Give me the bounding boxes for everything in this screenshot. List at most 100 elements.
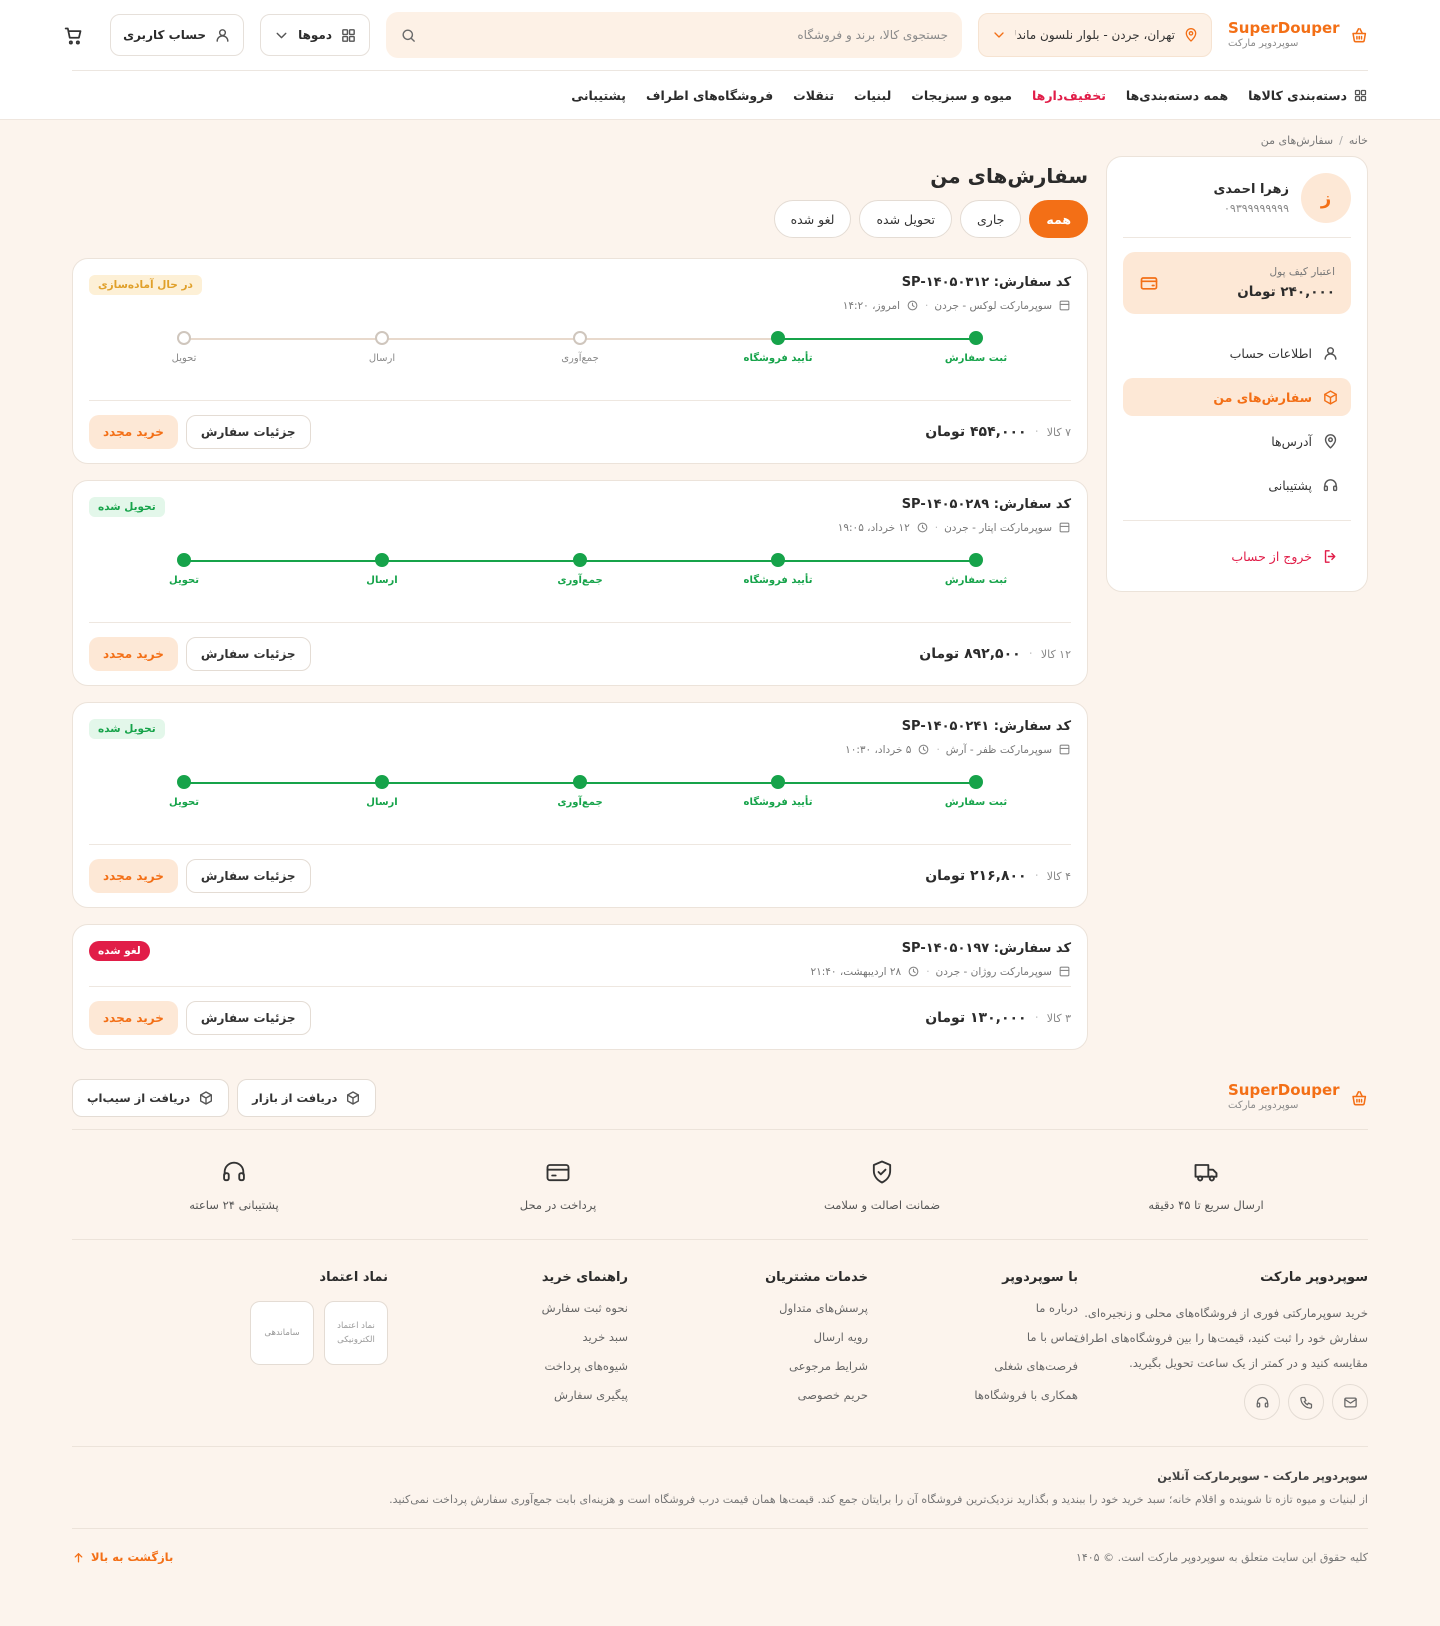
- nav-support[interactable]: پشتیبانی: [571, 88, 626, 103]
- footer-link[interactable]: شیوه‌های پرداخت: [388, 1359, 628, 1373]
- store-icon: [1059, 300, 1070, 311]
- tab-delivered[interactable]: تحویل شده: [859, 200, 952, 238]
- nav-categories[interactable]: دسته‌بندی کالاها: [1248, 88, 1368, 103]
- back-to-top-button[interactable]: بازگشت به بالا: [72, 1550, 173, 1564]
- cart-button[interactable]: [52, 14, 94, 56]
- footer-link[interactable]: همکاری با فروشگاه‌ها: [868, 1388, 1078, 1402]
- footer-col-title: با سوپردوپر: [1002, 1270, 1078, 1285]
- tracker-step: جمع‌آوری: [540, 330, 620, 364]
- copyright-bar: کلیه حقوق این سایت متعلق به سوپردوپر مار…: [72, 1529, 1368, 1585]
- tracker-step-label: تحویل: [169, 797, 199, 808]
- tracker-step-label: ثبت سفارش: [944, 797, 1008, 808]
- tracker-step-dot: [177, 331, 191, 345]
- order-meta: سوپرمارکت اپتار - جردن · ۱۲ خرداد، ۱۹:۰۵: [838, 521, 1071, 534]
- breadcrumb-home[interactable]: خانه: [1349, 134, 1368, 156]
- logo-wordmark: SuperDouper: [1228, 18, 1340, 37]
- location-selector[interactable]: تهران، جردن - بلوار نلسون ماندلا: [978, 13, 1212, 57]
- footer-col-buying-guide: راهنمای خرید نحوه ثبت سفارش سبد خرید شیو…: [388, 1270, 628, 1420]
- truck-icon: [1194, 1163, 1218, 1181]
- order-tracker: ثبت سفارش تأیید فروشگاه جمع‌آوری ارسال تحویل: [89, 552, 1071, 614]
- demos-label: دموها: [298, 28, 332, 42]
- reorder-button[interactable]: خرید مجدد: [89, 637, 178, 671]
- orders-list: کد سفارش: SP-۱۴۰۵۰۳۱۲ سوپرمارکت لوکس - ج…: [72, 258, 1088, 1050]
- order-meta: سوپرمارکت ظفر - آرش · ۵ خرداد، ۱۰:۳۰: [845, 743, 1071, 756]
- menu-support[interactable]: پشتیبانی: [1123, 466, 1351, 504]
- map-pin-icon: [1185, 28, 1197, 42]
- tab-all[interactable]: همه: [1029, 200, 1088, 238]
- tracker-step-dot: [969, 775, 983, 789]
- phone-link[interactable]: [1288, 1384, 1324, 1420]
- map-pin-icon: [1324, 433, 1337, 449]
- footer-link[interactable]: درباره ما: [868, 1301, 1078, 1315]
- reorder-button[interactable]: خرید مجدد: [89, 859, 178, 893]
- menu-account-info[interactable]: اطلاعات حساب: [1123, 334, 1351, 372]
- account-button[interactable]: حساب کاربری: [110, 14, 245, 56]
- footer-logo[interactable]: SuperDouper سوپردوپر مارکت: [1228, 1082, 1368, 1113]
- tracker-step-dot: [969, 331, 983, 345]
- nav-fruits[interactable]: میوه و سبزیجات: [911, 88, 1012, 103]
- search-input[interactable]: [427, 28, 948, 42]
- wallet-card[interactable]: اعتبار کیف پول ۲۴۰,۰۰۰ تومان: [1123, 252, 1351, 314]
- order-time: ۵ خرداد، ۱۰:۳۰: [845, 743, 912, 756]
- back-top-label: بازگشت به بالا: [91, 1550, 174, 1564]
- footer-link[interactable]: شرایط مرجوعی: [628, 1359, 868, 1373]
- samandehi-badge[interactable]: ساماندهی: [250, 1301, 314, 1365]
- order-details-button[interactable]: جزئیات سفارش: [185, 859, 311, 893]
- tracker-step-label: جمع‌آوری: [561, 353, 599, 364]
- logout-button[interactable]: خروج از حساب: [1123, 537, 1351, 575]
- footer-link[interactable]: پیگیری سفارش: [388, 1388, 628, 1402]
- enamad-badge[interactable]: نماد اعتماد الکترونیکی: [324, 1301, 388, 1365]
- box-icon: [1324, 389, 1337, 405]
- shopping-basket-icon: [1351, 28, 1366, 43]
- search-icon[interactable]: [400, 27, 417, 44]
- footer-link[interactable]: نحوه ثبت سفارش: [388, 1301, 628, 1315]
- order-code: کد سفارش: SP-۱۴۰۵۰۱۹۷: [901, 941, 1071, 956]
- footer-link[interactable]: سبد خرید: [388, 1330, 629, 1344]
- footer-link[interactable]: پرسش‌های متداول: [628, 1301, 868, 1315]
- tab-current[interactable]: جاری: [960, 200, 1022, 238]
- order-time: امروز، ۱۴:۲۰: [842, 299, 901, 312]
- reorder-button[interactable]: خرید مجدد: [89, 415, 178, 449]
- tracker-step: جمع‌آوری: [540, 774, 620, 808]
- footer-link[interactable]: حریم خصوصی: [628, 1388, 868, 1402]
- tab-canceled[interactable]: لغو شده: [773, 200, 852, 238]
- arrow-up-icon: [74, 1552, 83, 1562]
- nav-discounts[interactable]: تخفیف‌دارها: [1032, 88, 1106, 103]
- sibapp-download-button[interactable]: دریافت از سیب‌اپ: [72, 1078, 230, 1117]
- tracker-step-label: ارسال: [368, 353, 396, 364]
- feature-label: ضمانت اصالت و سلامت: [823, 1197, 941, 1212]
- nav-all-categories[interactable]: همه دسته‌بندی‌ها: [1126, 88, 1228, 103]
- nav-snacks[interactable]: تنقلات: [793, 88, 834, 103]
- footer-link[interactable]: رویه ارسال: [628, 1330, 868, 1344]
- nav-nearby-stores[interactable]: فروشگاه‌های اطراف: [646, 88, 773, 103]
- sibapp-label: دریافت از سیب‌اپ: [87, 1090, 191, 1105]
- menu-my-orders[interactable]: سفارش‌های من: [1123, 378, 1351, 416]
- feature-label: ارسال سریع تا ۴۵ دقیقه: [1148, 1197, 1264, 1212]
- order-details-button[interactable]: جزئیات سفارش: [185, 415, 311, 449]
- email-link[interactable]: [1332, 1384, 1368, 1420]
- footer-link[interactable]: فرصت‌های شغلی: [868, 1359, 1078, 1373]
- demos-button[interactable]: دموها: [260, 14, 370, 56]
- feature-label: پرداخت در محل: [519, 1197, 597, 1212]
- footer-link[interactable]: تماس با ما: [868, 1330, 1078, 1344]
- grid-icon: [1354, 89, 1367, 101]
- order-total: ۱۳۰,۰۰۰ تومان: [925, 1010, 1027, 1026]
- avatar: ز: [1301, 173, 1351, 223]
- reorder-button[interactable]: خرید مجدد: [89, 1001, 178, 1035]
- bazaar-download-button[interactable]: دریافت از بازار: [237, 1078, 377, 1117]
- nav-dairy[interactable]: لبنیات: [854, 88, 891, 103]
- phone-icon: [1299, 1396, 1312, 1409]
- tracker-step-dot: [375, 553, 389, 567]
- clock-icon: [919, 744, 929, 755]
- order-item-count: ۷ کالا: [1046, 425, 1071, 439]
- tracker-step-dot: [771, 331, 785, 345]
- top-bar: SuperDouper سوپردوپر مارکت تهران، جردن -…: [64, 0, 1368, 71]
- box-icon: [347, 1090, 360, 1105]
- order-details-button[interactable]: جزئیات سفارش: [185, 1001, 311, 1035]
- clock-icon: [917, 522, 928, 533]
- logo[interactable]: SuperDouper سوپردوپر مارکت: [1228, 18, 1368, 51]
- feature-guarantee: ضمانت اصالت و سلامت: [720, 1158, 1044, 1212]
- menu-addresses[interactable]: آدرس‌ها: [1123, 422, 1351, 460]
- order-details-button[interactable]: جزئیات سفارش: [185, 637, 311, 671]
- support-link[interactable]: [1244, 1384, 1280, 1420]
